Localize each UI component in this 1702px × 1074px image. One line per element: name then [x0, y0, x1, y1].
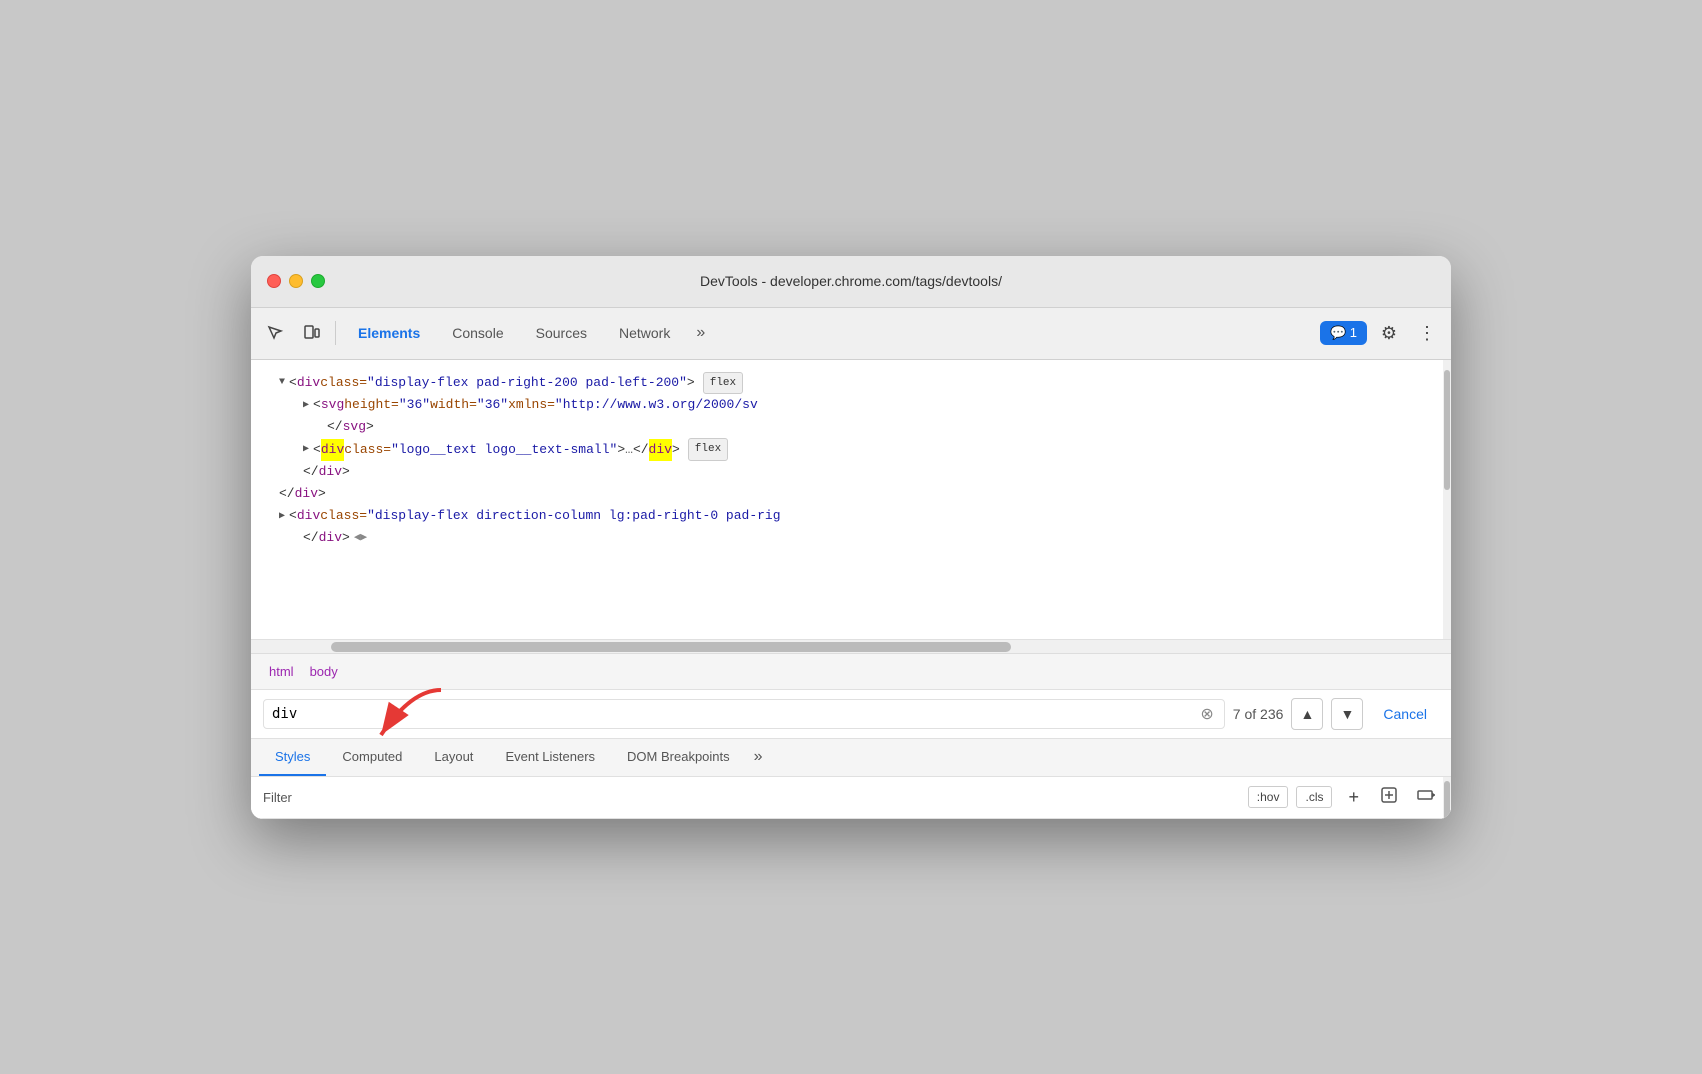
expand-arrow[interactable]: ▼	[279, 374, 285, 391]
toolbar-separator	[335, 321, 336, 345]
tab-more-button[interactable]: »	[688, 320, 713, 346]
html-line[interactable]: ▶ <div class="display-flex direction-col…	[251, 505, 1451, 527]
bottom-tab-more-button[interactable]: »	[746, 740, 771, 774]
html-line[interactable]: </div>	[251, 461, 1451, 483]
search-next-button[interactable]: ▼	[1331, 698, 1363, 730]
maximize-button[interactable]	[311, 274, 325, 288]
inspect-element-button[interactable]	[259, 317, 291, 349]
search-clear-button[interactable]: ⊗	[1198, 704, 1215, 724]
tab-layout[interactable]: Layout	[418, 739, 489, 776]
filter-right: :hov .cls +	[1248, 783, 1439, 812]
devtools-main: ▼ <div class="display-flex pad-right-200…	[251, 360, 1451, 819]
breadcrumb-html[interactable]: html	[263, 662, 300, 681]
bottom-panel: Styles Computed Layout Event Listeners D…	[251, 739, 1451, 819]
filter-bar: Filter :hov .cls +	[251, 777, 1451, 819]
html-line[interactable]: </svg>	[251, 416, 1451, 438]
traffic-lights	[267, 274, 325, 288]
expand-arrow[interactable]: ▶	[303, 441, 309, 458]
bottom-scrollbar[interactable]	[1443, 777, 1451, 818]
search-prev-button[interactable]: ▲	[1291, 698, 1323, 730]
breadcrumb-bar: html body	[251, 654, 1451, 690]
close-button[interactable]	[267, 274, 281, 288]
minimize-button[interactable]	[289, 274, 303, 288]
html-line[interactable]: ▶ <svg height="36" width="36" xmlns="htt…	[251, 394, 1451, 416]
more-options-button[interactable]: ⋮	[1411, 317, 1443, 349]
search-count: 7 of 236	[1233, 706, 1284, 722]
tab-event-listeners[interactable]: Event Listeners	[489, 739, 611, 776]
tab-dom-breakpoints[interactable]: DOM Breakpoints	[611, 739, 746, 776]
bottom-tabs: Styles Computed Layout Event Listeners D…	[251, 739, 1451, 777]
devtools-toolbar: Elements Console Sources Network » 💬 1 ⚙…	[251, 308, 1451, 360]
html-panel: ▼ <div class="display-flex pad-right-200…	[251, 360, 1451, 640]
html-line[interactable]: ▼ <div class="display-flex pad-right-200…	[251, 372, 1451, 395]
new-style-rule-button[interactable]	[1375, 783, 1403, 812]
tab-network[interactable]: Network	[605, 319, 684, 347]
search-bar: ⊗ 7 of 236 ▲ ▼ Cancel	[251, 690, 1451, 739]
toolbar-right: 💬 1 ⚙ ⋮	[1320, 317, 1443, 349]
search-input[interactable]	[272, 706, 1198, 722]
scrollbar-thumb[interactable]	[1444, 370, 1450, 490]
html-line[interactable]: </div> ◀▶	[251, 527, 1451, 549]
flex-badge[interactable]: flex	[688, 438, 728, 461]
tab-computed[interactable]: Computed	[326, 739, 418, 776]
search-cancel-button[interactable]: Cancel	[1371, 700, 1439, 728]
bottom-scrollbar-thumb[interactable]	[1444, 781, 1450, 819]
window-title: DevTools - developer.chrome.com/tags/dev…	[700, 273, 1002, 289]
search-input-wrapper: ⊗	[263, 699, 1225, 729]
title-bar: DevTools - developer.chrome.com/tags/dev…	[251, 256, 1451, 308]
filter-input-wrapper: Filter	[263, 790, 1240, 805]
flex-badge[interactable]: flex	[703, 372, 743, 395]
horizontal-scrollbar[interactable]	[251, 640, 1451, 654]
plus-button[interactable]: +	[1340, 784, 1367, 811]
scrollbar-h-thumb[interactable]	[331, 642, 1011, 652]
vertical-scrollbar[interactable]	[1443, 360, 1451, 639]
tab-styles[interactable]: Styles	[259, 739, 326, 776]
element-state-button[interactable]	[1411, 783, 1439, 812]
tab-elements[interactable]: Elements	[344, 319, 434, 347]
expand-arrow[interactable]: ▶	[303, 397, 309, 414]
settings-button[interactable]: ⚙	[1373, 317, 1405, 349]
hov-button[interactable]: :hov	[1248, 786, 1289, 808]
devtools-window: DevTools - developer.chrome.com/tags/dev…	[251, 256, 1451, 819]
tab-sources[interactable]: Sources	[522, 319, 601, 347]
expand-arrow[interactable]: ▶	[279, 508, 285, 525]
html-line[interactable]: </div>	[251, 483, 1451, 505]
html-line-highlighted[interactable]: ▶ <div class="logo__text logo__text-smal…	[251, 438, 1451, 461]
device-toolbar-button[interactable]	[295, 317, 327, 349]
tab-console[interactable]: Console	[438, 319, 517, 347]
cls-button[interactable]: .cls	[1296, 786, 1332, 808]
filter-label: Filter	[263, 790, 292, 805]
breadcrumb-body[interactable]: body	[304, 662, 344, 681]
chat-badge[interactable]: 💬 1	[1320, 321, 1367, 345]
